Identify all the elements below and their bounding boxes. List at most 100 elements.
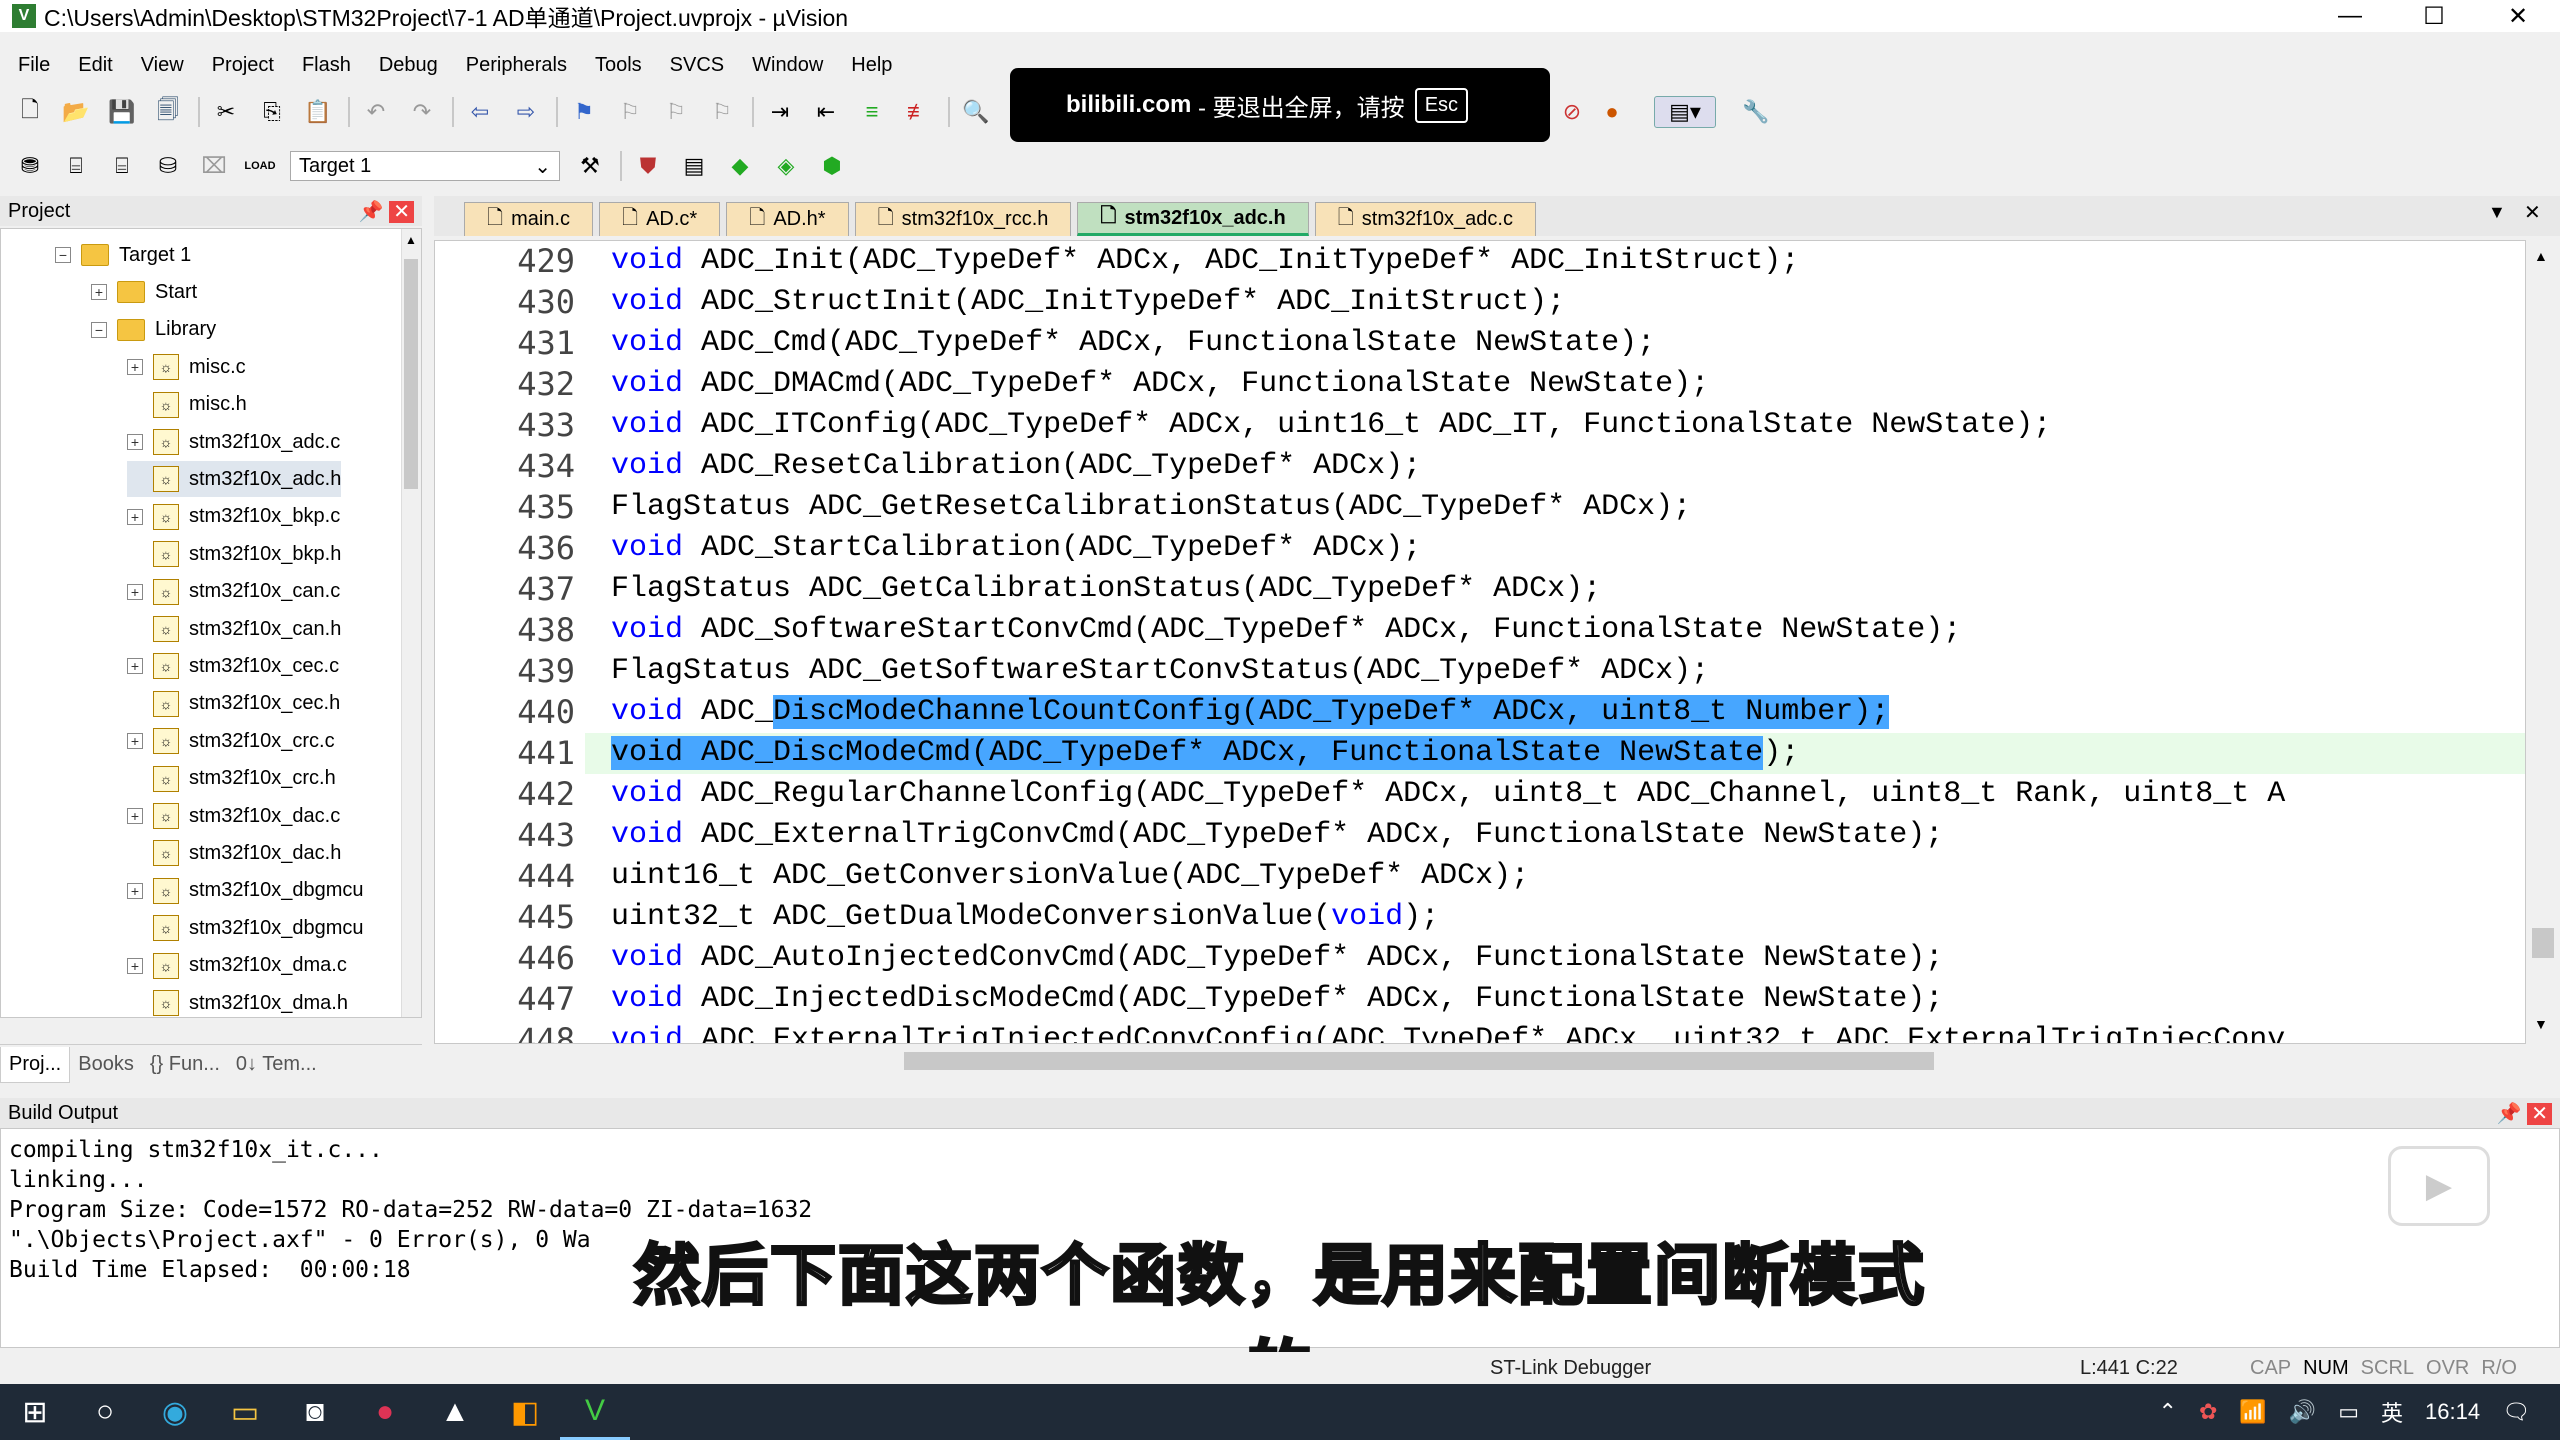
code-line[interactable]: void ADC_Init(ADC_TypeDef* ADCx, ADC_Ini… [611,241,1799,282]
tree-item[interactable]: + ☼ stm32f10x_adc.c [127,424,340,460]
tree-item[interactable]: ☼ stm32f10x_dac.h [127,835,341,871]
menu-tools[interactable]: Tools [583,54,654,77]
undo-icon[interactable]: ↶ [360,96,392,128]
tree-item[interactable]: − Target 1 [55,237,191,273]
code-line[interactable]: void ADC_DiscModeCmd(ADC_TypeDef* ADCx, … [611,733,1799,774]
menu-help[interactable]: Help [839,54,904,77]
panel-tab[interactable]: 0↓ Tem... [228,1053,325,1076]
editor-tab[interactable]: 🗋 stm32f10x_rcc.h [854,202,1072,236]
expand-toggle-icon[interactable]: + [127,359,143,376]
target-options-icon[interactable]: ⚒ [574,150,606,182]
edge-browser-icon[interactable]: ◉ [140,1384,210,1440]
translate-icon[interactable]: ⛃ [14,150,46,182]
open-file-icon[interactable]: 📂 [60,96,92,128]
play-icon[interactable]: ▶ [2388,1146,2490,1226]
project-scrollbar[interactable]: ▲ [401,229,421,1017]
tree-item[interactable]: + ☼ stm32f10x_crc.c [127,723,335,759]
menu-svcs[interactable]: SVCS [658,54,736,77]
esc-key[interactable]: Esc [1414,87,1469,123]
code-editor[interactable]: 429 430 431 432 433 434 435 436 437 438 439 440 441 4… [434,240,2526,1044]
code-line[interactable]: void ADC_ExternalTrigConvCmd(ADC_TypeDef… [611,815,1943,856]
expand-toggle-icon[interactable]: + [127,808,143,824]
download-icon[interactable]: LOAD [244,150,276,182]
camera-app-icon[interactable]: ◙ [280,1384,350,1440]
window-layout-icon[interactable]: ▤▾ [1654,96,1716,128]
code-line[interactable]: FlagStatus ADC_GetResetCalibrationStatus… [611,487,1691,528]
file-explorer-icon[interactable]: ▭ [210,1384,280,1440]
stop-build-icon[interactable]: ⌧ [198,150,230,182]
battery-icon[interactable]: ▭ [2338,1399,2359,1425]
expand-toggle-icon[interactable]: + [91,284,107,301]
close-pane-icon[interactable]: ✕ [389,200,414,223]
tree-item[interactable]: + ☼ stm32f10x_can.c [127,574,340,610]
paste-icon[interactable]: 📋 [302,96,334,128]
code-line[interactable]: uint16_t ADC_GetConversionValue(ADC_Type… [611,856,1529,897]
configure-icon[interactable]: 🔧 [1740,96,1772,128]
prev-bookmark-icon[interactable]: ⚐ [614,96,646,128]
close-pane-icon[interactable]: ✕ [2527,1102,2552,1125]
code-line[interactable]: void ADC_ITConfig(ADC_TypeDef* ADCx, uin… [611,405,2051,446]
editor-horizontal-scrollbar[interactable] [434,1044,2526,1078]
batch-build-icon[interactable]: ⛁ [152,150,184,182]
tray-app-icon[interactable]: ✿ [2199,1399,2217,1425]
tree-item[interactable]: + ☼ stm32f10x_cec.c [127,648,339,684]
tree-item[interactable]: + ☼ stm32f10x_bkp.c [127,499,340,535]
manage-project-icon[interactable]: ⛊ [632,150,664,182]
pack-manager-icon[interactable]: ⬢ [816,150,848,182]
panel-tab[interactable]: {} Fun... [142,1053,228,1076]
code-line[interactable]: void ADC_AutoInjectedConvCmd(ADC_TypeDef… [611,938,1943,979]
menu-edit[interactable]: Edit [66,54,124,77]
code-line[interactable]: void ADC_RegularChannelConfig(ADC_TypeDe… [611,774,2285,815]
menu-file[interactable]: File [6,54,62,77]
expand-toggle-icon[interactable]: + [127,508,143,525]
input-method[interactable]: 英 [2381,1396,2403,1428]
menu-debug[interactable]: Debug [367,54,450,77]
expand-toggle-icon[interactable]: + [127,882,143,899]
pin-icon[interactable]: 📌 [359,201,384,223]
tree-item[interactable]: + ☼ stm32f10x_dbgmcu [127,873,364,909]
select-packs-icon[interactable]: ◆ [724,150,756,182]
tree-item[interactable]: + Start [91,274,197,310]
tree-item[interactable]: + ☼ misc.c [127,349,246,385]
nav-back-icon[interactable]: ⇦ [464,96,496,128]
volume-icon[interactable]: 🔊 [2289,1399,2316,1425]
menu-project[interactable]: Project [200,54,286,77]
panel-tab[interactable]: Books [70,1053,142,1076]
photos-icon[interactable]: ▲ [420,1384,490,1440]
tray-expand-icon[interactable]: ⌃ [2159,1399,2177,1425]
menu-window[interactable]: Window [740,54,835,77]
editor-tab[interactable]: 🗋 stm32f10x_adc.c [1314,202,1536,236]
minimize-button[interactable]: — [2308,0,2392,32]
editor-vertical-scrollbar[interactable]: ▲ ▼ [2526,240,2560,1044]
code-line[interactable]: void ADC_DiscModeChannelCountConfig(ADC_… [611,692,1890,733]
debug-session-icon[interactable]: ⊘ [1556,96,1588,128]
panel-tab[interactable]: Proj... [0,1046,71,1083]
tree-item[interactable]: − Library [91,312,216,348]
tree-item[interactable]: + ☼ stm32f10x_dma.c [127,948,347,984]
pack-installer-icon[interactable]: ▤ [678,150,710,182]
code-line[interactable]: void ADC_StartCalibration(ADC_TypeDef* A… [611,528,1421,569]
tree-item[interactable]: ☼ stm32f10x_can.h [127,611,341,647]
unindent-icon[interactable]: ⇤ [810,96,842,128]
clock[interactable]: 16:14 [2425,1399,2480,1425]
maximize-button[interactable]: ☐ [2392,0,2476,32]
code-line[interactable]: FlagStatus ADC_GetSoftwareStartConvStatu… [611,651,1709,692]
uncomment-icon[interactable]: ≢ [902,96,934,128]
tree-item[interactable]: + ☼ stm32f10x_dac.c [127,798,340,834]
save-all-icon[interactable]: 🗐 [152,96,184,128]
code-line[interactable]: void ADC_SoftwareStartConvCmd(ADC_TypeDe… [611,610,1961,651]
expand-toggle-icon[interactable]: + [127,434,143,450]
tree-item[interactable]: ☼ stm32f10x_dma.h [127,985,348,1017]
code-area[interactable]: void ADC_Init(ADC_TypeDef* ADCx, ADC_Ini… [585,241,2525,1043]
new-file-icon[interactable]: 🗋 [14,96,46,128]
expand-toggle-icon[interactable]: + [127,658,143,675]
code-line[interactable]: FlagStatus ADC_GetCalibrationStatus(ADC_… [611,569,1601,610]
editor-tab[interactable]: 🗋 AD.c* [599,202,721,236]
search-icon[interactable]: ○ [70,1384,140,1440]
notifications-icon[interactable]: 🗨 [2502,1399,2530,1425]
pin-icon[interactable]: 📌 [2497,1103,2522,1125]
code-line[interactable]: uint32_t ADC_GetDualModeConversionValue(… [611,897,1439,938]
build-icon[interactable]: ⌸ [60,150,92,182]
sublime-text-icon[interactable]: ◧ [490,1384,560,1440]
tree-item[interactable]: ☼ stm32f10x_bkp.h [127,536,341,572]
